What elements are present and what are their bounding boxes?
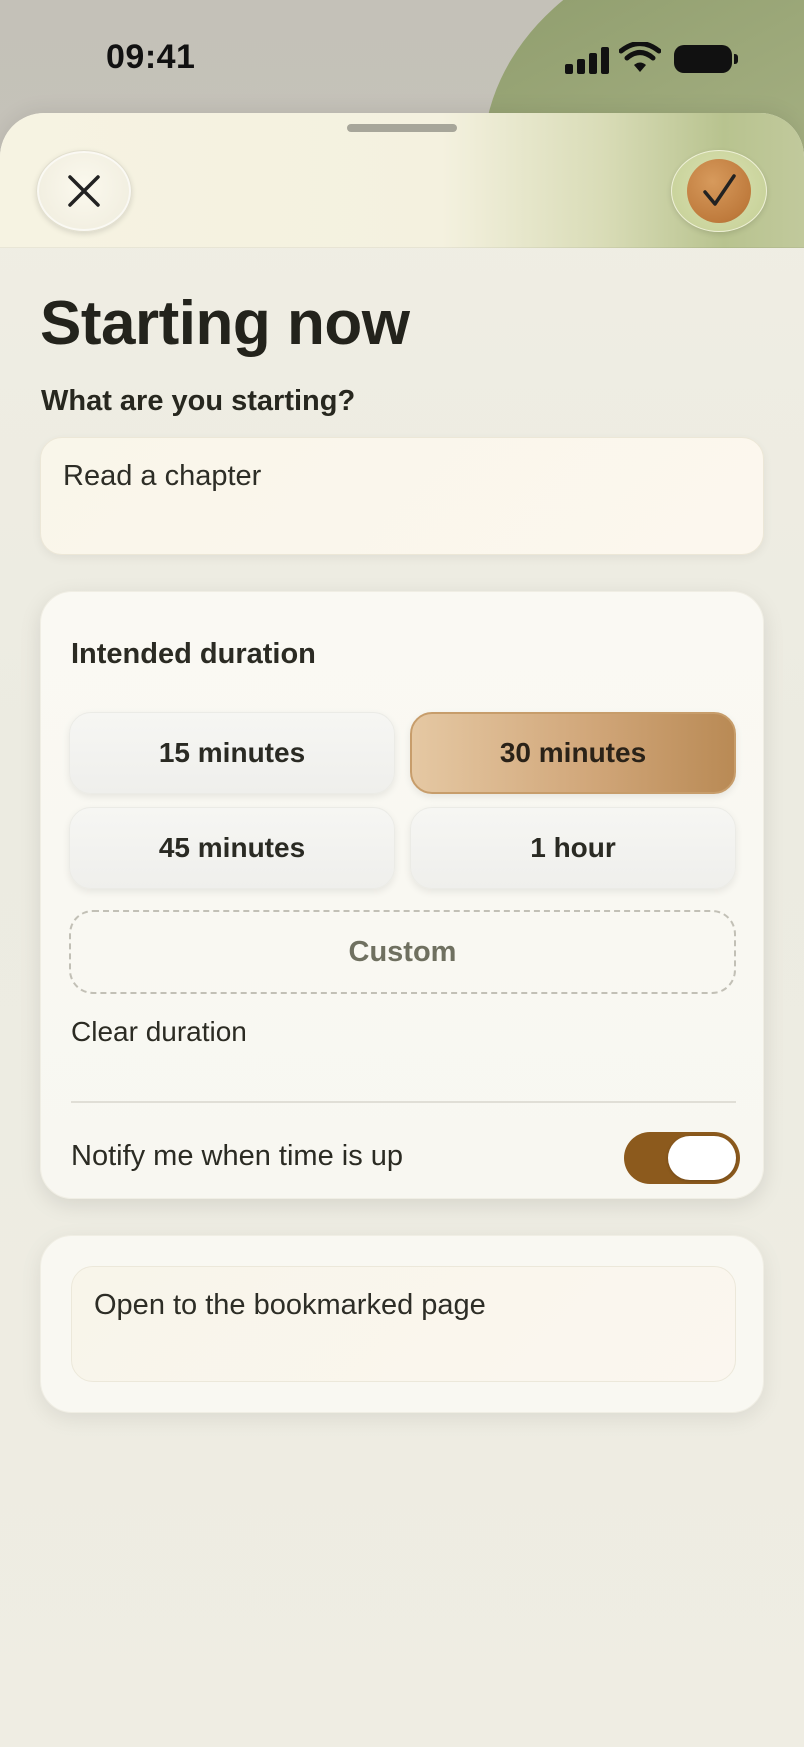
clear-duration-button[interactable]: Clear duration [71,1016,247,1048]
cellular-signal-icon [565,46,609,74]
checkmark-icon [703,174,736,206]
status-bar: 09:41 [0,0,804,110]
wifi-icon [619,42,661,72]
duration-option-45-minutes[interactable]: 45 minutes [69,807,395,889]
duration-title: Intended duration [71,638,316,670]
task-label: What are you starting? [41,385,356,417]
custom-duration-button[interactable]: Custom [69,910,736,994]
duration-option-1-hour[interactable]: 1 hour [410,807,736,889]
battery-icon [674,45,738,73]
note-input[interactable]: Open to the bookmarked page [71,1266,736,1382]
duration-card: Intended duration 15 minutes 30 minutes … [40,591,764,1199]
task-input[interactable]: Read a chapter [40,437,764,555]
toggle-knob [668,1136,736,1180]
sheet-header [0,113,804,248]
sheet-grabber[interactable] [347,124,457,132]
duration-option-15-minutes[interactable]: 15 minutes [69,712,395,794]
confirm-button-inner [687,159,751,223]
notify-label: Notify me when time is up [71,1140,404,1172]
divider [71,1101,736,1103]
page-title: Starting now [40,289,410,358]
close-button[interactable] [36,150,132,232]
notify-toggle[interactable] [624,1132,740,1184]
note-card: Open to the bookmarked page [40,1235,764,1413]
status-time: 09:41 [106,38,196,76]
sheet: Starting now What are you starting? Read… [0,113,804,1747]
close-icon [68,175,100,207]
confirm-button[interactable] [671,150,767,232]
duration-option-30-minutes[interactable]: 30 minutes [410,712,736,794]
